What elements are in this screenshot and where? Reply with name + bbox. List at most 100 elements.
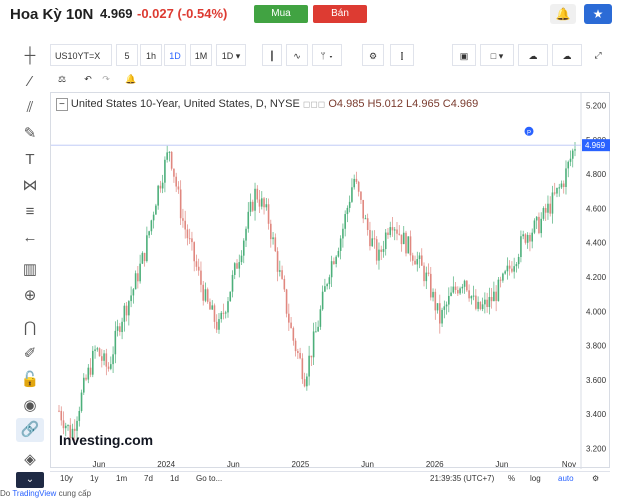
crosshair-icon[interactable]: ┼	[16, 44, 44, 68]
compare-icon[interactable]: ⫿	[390, 44, 414, 66]
trend-line-icon[interactable]: ⁄	[16, 70, 44, 94]
zoom-icon[interactable]: ⊕	[16, 284, 44, 308]
cloud-load-icon[interactable]: ☁	[518, 44, 548, 66]
camera-icon[interactable]: ▣	[452, 44, 476, 66]
scale-icon[interactable]: ⚖	[50, 68, 74, 90]
undo-icon[interactable]: ↶	[80, 68, 96, 90]
candle-body	[342, 228, 344, 239]
price-chart[interactable]: 3.200 3.400 3.600 3.800 4.000 4.200 4.400 4.600…	[50, 92, 611, 469]
cloud-save-icon[interactable]: ☁	[552, 44, 582, 66]
alert-icon[interactable]: 🔔	[120, 68, 142, 90]
goto-button[interactable]: Go to...	[196, 474, 222, 483]
candle-body	[240, 255, 243, 263]
add-alert-button[interactable]: 🔔	[550, 4, 576, 24]
layers-icon[interactable]: ◈	[16, 448, 44, 472]
candle-body	[538, 216, 540, 234]
range-7d[interactable]: 7d	[144, 474, 153, 483]
brush-icon[interactable]: ✎	[16, 122, 44, 146]
candle-body	[542, 208, 545, 219]
candle-body	[427, 272, 430, 274]
candle-body	[380, 249, 383, 252]
candle-body	[382, 249, 385, 252]
range-10y[interactable]: 10y	[60, 474, 73, 483]
y-tick-label: 5.200	[586, 102, 607, 111]
candle-body	[191, 238, 193, 243]
candle-body	[319, 309, 322, 327]
range-1d[interactable]: 1d	[170, 474, 179, 483]
redo-icon[interactable]: ↷	[98, 68, 114, 90]
candle-body	[366, 218, 369, 230]
candle-body	[373, 238, 376, 240]
candle-body	[258, 199, 261, 207]
bell-plus-icon: 🔔	[555, 7, 571, 21]
candle-body	[562, 183, 565, 187]
tradingview-link[interactable]: TradingView	[12, 489, 56, 498]
candle-body	[486, 299, 488, 308]
candle-body	[551, 192, 554, 214]
candle-body	[463, 280, 466, 287]
magnet-icon[interactable]: ⋂	[16, 316, 44, 340]
interval-button-selected[interactable]: 1D	[164, 44, 186, 66]
candle-body	[328, 277, 331, 285]
bottom-settings-icon[interactable]: ⚙	[592, 474, 599, 483]
layout-dropdown[interactable]: □ ▾	[480, 44, 514, 66]
candle-body	[522, 234, 524, 237]
candle-body	[389, 227, 392, 235]
range-1m[interactable]: 1m	[116, 474, 127, 483]
parallel-channel-icon[interactable]: ⫽	[16, 96, 44, 120]
candle-body	[531, 232, 533, 242]
collapse-icon[interactable]: ⌄	[16, 472, 44, 488]
chart-canvas[interactable]: 3.200 3.400 3.600 3.800 4.000 4.200 4.400 4.600…	[51, 93, 611, 469]
candle-body	[157, 185, 159, 206]
lock-drawing-icon[interactable]: ✐	[16, 342, 44, 366]
candle-body	[375, 239, 378, 261]
fib-icon[interactable]: ≡	[16, 200, 44, 224]
watchlist-button[interactable]: ★	[584, 4, 612, 24]
sell-button[interactable]: Bán	[313, 5, 367, 23]
eye-icon[interactable]: ◉	[16, 394, 44, 418]
interval-button[interactable]: 1h	[140, 44, 162, 66]
settings-icon[interactable]: ⚙	[362, 44, 384, 66]
candle-body	[547, 203, 549, 213]
candle-body	[308, 355, 310, 377]
area-chart-icon[interactable]: ∿	[286, 44, 308, 66]
measure-icon[interactable]: ▥	[16, 258, 44, 282]
interval-button[interactable]: 5	[116, 44, 138, 66]
candle-body	[450, 292, 452, 296]
interval-button[interactable]: 1M	[190, 44, 212, 66]
candle-body	[197, 266, 200, 271]
indicators-icon[interactable]: ᛘ ▾	[312, 44, 342, 66]
legend-collapse-icon[interactable]: −	[56, 98, 68, 111]
fullscreen-icon[interactable]: ⤢	[588, 44, 608, 66]
candle-body	[301, 358, 304, 380]
candle-body	[310, 355, 313, 358]
percent-toggle[interactable]: %	[508, 474, 515, 483]
candle-body	[80, 392, 83, 411]
candle-body	[123, 305, 126, 322]
candle-body	[143, 252, 146, 262]
x-tick-label: Nov	[562, 460, 576, 469]
candles-icon[interactable]: ┃	[262, 44, 282, 66]
interval-dropdown[interactable]: 1D ▾	[216, 44, 246, 66]
link-icon[interactable]: 🔗	[16, 418, 44, 442]
candle-body	[466, 280, 468, 291]
arrow-left-icon[interactable]: ←	[16, 226, 44, 250]
x-tick-label: 2024	[157, 460, 175, 469]
unlock-icon[interactable]: 🔓	[16, 368, 44, 392]
range-1y[interactable]: 1y	[90, 474, 98, 483]
candle-body	[91, 350, 94, 375]
legend-icons[interactable]: ◻◻◻	[303, 99, 325, 109]
chart-bottom-bar: 10y 1y 1m 7d 1d Go to... 21:39:35 (UTC+7…	[50, 471, 610, 487]
candle-body	[393, 229, 396, 231]
chart-legend: − United States 10-Year, United States, …	[56, 98, 478, 111]
text-icon[interactable]: T	[16, 148, 44, 172]
candle-body	[112, 354, 114, 365]
chart-toolbar: US10YT=X 5 1h 1D 1M 1D ▾ ┃ ∿ ᛘ ▾ ⚙ ⫿ ▣ □…	[50, 44, 610, 66]
candle-body	[128, 301, 130, 316]
candle-body	[148, 231, 150, 236]
pattern-icon[interactable]: ⋈	[16, 174, 44, 198]
buy-button[interactable]: Mua	[254, 5, 308, 23]
log-toggle[interactable]: log	[530, 474, 541, 483]
auto-toggle[interactable]: auto	[558, 474, 574, 483]
symbol-input[interactable]: US10YT=X	[50, 44, 112, 66]
